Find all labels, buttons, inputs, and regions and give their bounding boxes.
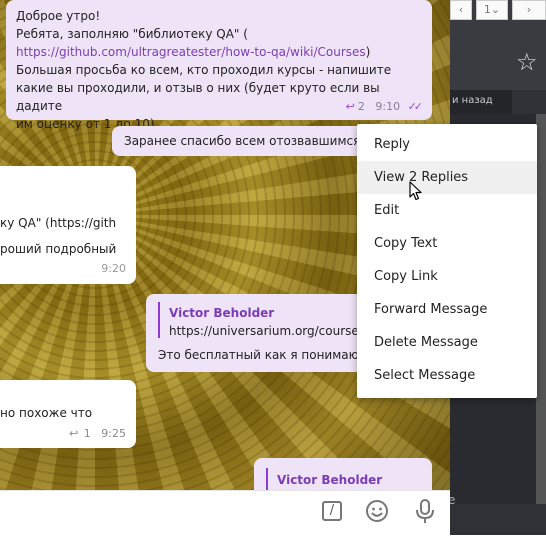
message-text: но похоже что — [0, 406, 93, 420]
message-bubble-6[interactable]: Victor Beholder — [254, 458, 432, 490]
microphone-icon[interactable] — [413, 498, 437, 524]
side-panel-strip: и назад — [450, 90, 512, 114]
message-time: 9:25 — [101, 427, 126, 440]
menu-item-select-message[interactable]: Select Message — [357, 359, 537, 392]
message-bubble-4[interactable]: Victor Beholder https://universarium.org… — [146, 294, 366, 372]
menu-item-edit[interactable]: Edit — [357, 194, 537, 227]
quote-author[interactable]: Victor Beholder — [277, 471, 382, 489]
command-icon[interactable]: / — [322, 501, 342, 521]
double-check-icon: ✓✓ — [407, 100, 424, 113]
menu-item-view-replies[interactable]: View 2 Replies — [357, 161, 537, 194]
message-bubble-2[interactable]: Заранее спасибо всем отозвавшимся — [112, 126, 372, 156]
quote-author[interactable]: Victor Beholder — [169, 304, 274, 322]
message-time: 9:10 — [375, 100, 401, 113]
prev-page-button[interactable]: ‹ — [450, 0, 472, 20]
reply-arrow-icon[interactable]: ↩ — [69, 427, 78, 440]
message-line: Доброе утро! — [16, 9, 101, 23]
message-line: роший подробный — [0, 242, 117, 256]
page-selector[interactable]: 1⌄ — [476, 0, 508, 20]
next-page-button[interactable]: › — [512, 0, 546, 20]
menu-item-forward-message[interactable]: Forward Message — [357, 293, 537, 326]
quote-text[interactable]: https://universarium.org/course — [169, 322, 359, 340]
message-text: Это бесплатный как я понимаю — [158, 348, 359, 362]
menu-item-delete-message[interactable]: Delete Message — [357, 326, 537, 359]
message-line: Ребята, заполняю "библиотеку QA" ( — [16, 27, 248, 41]
message-line: https://github.com/ultragreatester/how-t… — [16, 45, 371, 59]
scrollbar[interactable] — [536, 114, 546, 504]
message-bubble-1[interactable]: Доброе утро! Ребята, заполняю "библиотек… — [6, 0, 432, 131]
quote-bar — [266, 468, 268, 490]
message-time: 9:20 — [101, 262, 126, 275]
reply-count[interactable]: 2 — [358, 100, 365, 113]
message-composer[interactable]: / — [0, 490, 450, 536]
message-meta: ↩ 2 9:10 ✓✓ — [346, 98, 424, 116]
star-icon[interactable]: ☆ — [516, 48, 538, 76]
message-bubble-3[interactable]: ку QA" (https://gith роший подробный 9:2… — [0, 166, 136, 284]
menu-item-copy-link[interactable]: Copy Link — [357, 260, 537, 293]
message-line: Большая просьба ко всем, кто проходил ку… — [16, 63, 392, 77]
side-panel-header: ‹ 1⌄ › — [450, 0, 546, 90]
courses-link[interactable]: https://github.com/ultragreatester/how-t… — [16, 45, 366, 59]
quote-bar — [158, 302, 160, 338]
reply-arrow-icon[interactable]: ↩ — [346, 100, 355, 113]
message-text: Заранее спасибо всем отозвавшимся — [124, 134, 361, 148]
reply-count[interactable]: 1 — [84, 427, 91, 440]
emoji-icon[interactable] — [365, 499, 389, 523]
message-meta: ↩ 1 9:25 — [69, 425, 126, 443]
menu-item-reply[interactable]: Reply — [357, 128, 537, 161]
message-line: ку QA" (https://gith — [0, 216, 117, 230]
message-bubble-5[interactable]: но похоже что ↩ 1 9:25 — [0, 380, 136, 448]
context-menu: Reply View 2 Replies Edit Copy Text Copy… — [357, 124, 537, 398]
menu-item-copy-text[interactable]: Copy Text — [357, 227, 537, 260]
mouse-cursor-icon — [409, 181, 422, 201]
